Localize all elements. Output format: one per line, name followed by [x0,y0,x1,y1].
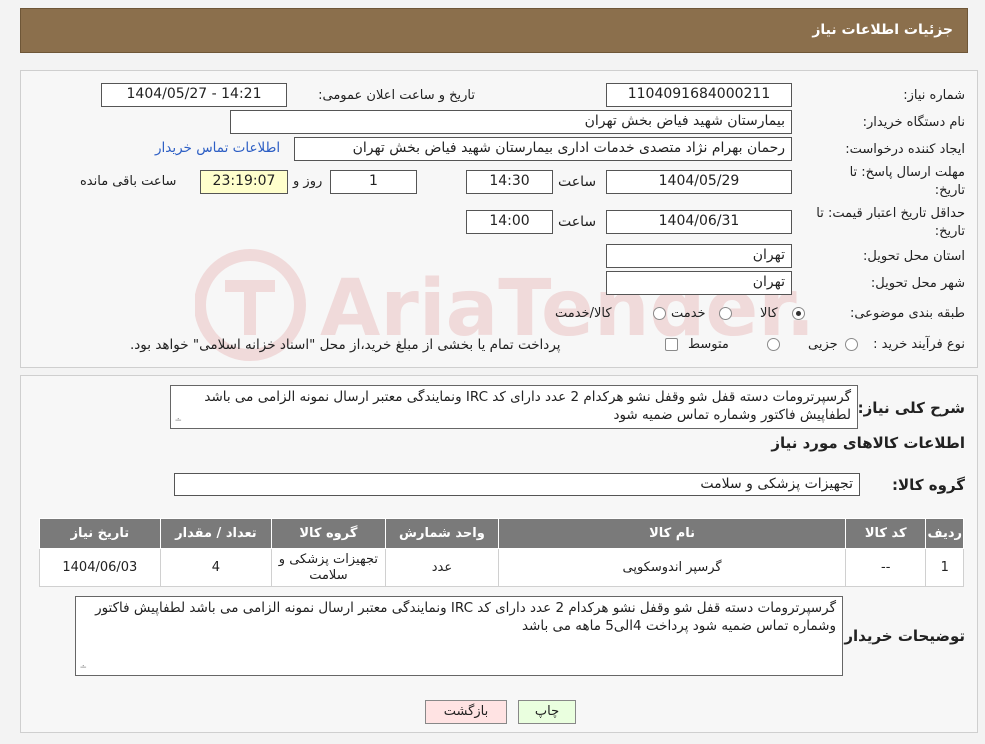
summary-text: گرسپرترومات دسته قفل شو وقفل نشو هرکدام … [204,389,851,423]
col-date: تاریخ نیاز [39,518,161,549]
buyer-notes-textarea[interactable]: گرسپرترومات دسته قفل شو وقفل نشو هرکدام … [75,596,843,676]
announce-field[interactable]: 1404/05/27 - 14:21 [101,83,287,107]
cell-date: 1404/06/03 [39,548,161,587]
buyer-notes-text: گرسپرترومات دسته قفل شو وقفل نشو هرکدام … [95,600,836,634]
deadline-time-field[interactable]: 14:30 [466,170,553,194]
col-name: نام کالا [498,518,846,549]
process-radio-medium[interactable] [767,338,780,351]
deadline-label-line2: تاریخ: [934,183,965,198]
buyer-org-field[interactable]: بیمارستان شهید فیاض بخش تهران [230,110,792,134]
province-field[interactable]: تهران [606,244,792,268]
process-option-medium: متوسط [688,337,729,352]
need-number-field[interactable]: 1104091684000211 [606,83,792,107]
buyer-contact-link[interactable]: اطلاعات تماس خریدار [155,140,280,156]
process-option-minor: جزیی [808,337,838,352]
cell-unit: عدد [384,548,500,587]
summary-label: شرح کلی نیاز: [857,399,965,417]
goods-group-label: گروه کالا: [892,476,965,494]
table-header-row: ردیف کد کالا نام کالا واحد شمارش گروه کا… [39,518,964,549]
process-treasury-checkbox[interactable] [665,338,678,351]
city-label: شهر محل تحویل: [870,276,965,291]
category-radio-goods-service[interactable] [653,307,666,320]
city-field[interactable]: تهران [606,271,792,295]
col-group: گروه کالا [271,518,386,549]
col-qty: تعداد / مقدار [159,518,273,549]
summary-textarea[interactable]: گرسپرترومات دسته قفل شو وقفل نشو هرکدام … [170,385,858,429]
validity-label-line2: تاریخ: [934,224,965,239]
cell-qty: 4 [159,548,273,587]
cell-name: گرسپر اندوسکوپی [498,548,846,587]
remaining-time-field: 23:19:07 [200,170,288,194]
requester-field[interactable]: رحمان بهرام نژاد متصدی خدمات اداری بیمار… [294,137,792,161]
cell-row: 1 [925,548,964,587]
deadline-label: مهلت ارسال پاسخ: تا تاریخ: [850,164,965,200]
table-row[interactable]: 1 -- گرسپر اندوسکوپی عدد تجهیزات پزشکی و… [39,548,964,587]
deadline-label-line1: مهلت ارسال پاسخ: تا [849,165,965,180]
need-number-label: شماره نیاز: [903,88,965,103]
days-field[interactable]: 1 [330,170,417,194]
category-radio-goods[interactable] [792,307,805,320]
category-label: طبقه بندی موضوعی: [849,306,965,321]
process-label: نوع فرآیند خرید : [873,337,965,352]
validity-label-line1: حداقل تاریخ اعتبار قیمت: تا [816,206,965,221]
resize-grip-icon[interactable]: ∸ [173,417,182,426]
days-label: روز و [293,174,323,189]
validity-time-label: ساعت [558,214,597,230]
process-radio-minor[interactable] [845,338,858,351]
buyer-org-label: نام دستگاه خریدار: [862,115,965,130]
announce-label: تاریخ و ساعت اعلان عمومی: [318,88,475,103]
col-row: ردیف [925,518,964,549]
requester-label: ایجاد کننده درخواست: [845,142,965,157]
resize-grip-icon[interactable]: ∸ [78,664,87,673]
deadline-time-label: ساعت [558,174,597,190]
remaining-label: ساعت باقی مانده [80,174,177,189]
category-option-goods: کالا [760,306,778,321]
process-note: پرداخت تمام یا بخشی از مبلغ خرید،از محل … [130,337,561,353]
cell-code: -- [844,548,927,587]
back-button[interactable]: بازگشت [425,700,507,724]
page-title: جزئیات اطلاعات نیاز [812,22,953,38]
print-button[interactable]: چاپ [518,700,576,724]
goods-section-title: اطلاعات کالاهای مورد نیاز [771,434,965,452]
validity-date-field[interactable]: 1404/06/31 [606,210,792,234]
col-unit: واحد شمارش [384,518,500,549]
province-label: استان محل تحویل: [863,249,965,264]
page-header: جزئیات اطلاعات نیاز [20,8,968,53]
goods-group-field[interactable]: تجهیزات پزشکی و سلامت [174,473,860,496]
validity-time-field[interactable]: 14:00 [466,210,553,234]
category-option-goods-service: کالا/خدمت [555,306,612,321]
goods-table: ردیف کد کالا نام کالا واحد شمارش گروه کا… [39,518,964,587]
category-option-service: خدمت [671,306,706,321]
deadline-date-field[interactable]: 1404/05/29 [606,170,792,194]
col-code: کد کالا [844,518,927,549]
validity-label: حداقل تاریخ اعتبار قیمت: تا تاریخ: [816,205,965,241]
cell-group: تجهیزات پزشکی و سلامت [271,548,386,587]
category-radio-service[interactable] [719,307,732,320]
buyer-notes-label: توضیحات خریدار: [838,627,965,645]
